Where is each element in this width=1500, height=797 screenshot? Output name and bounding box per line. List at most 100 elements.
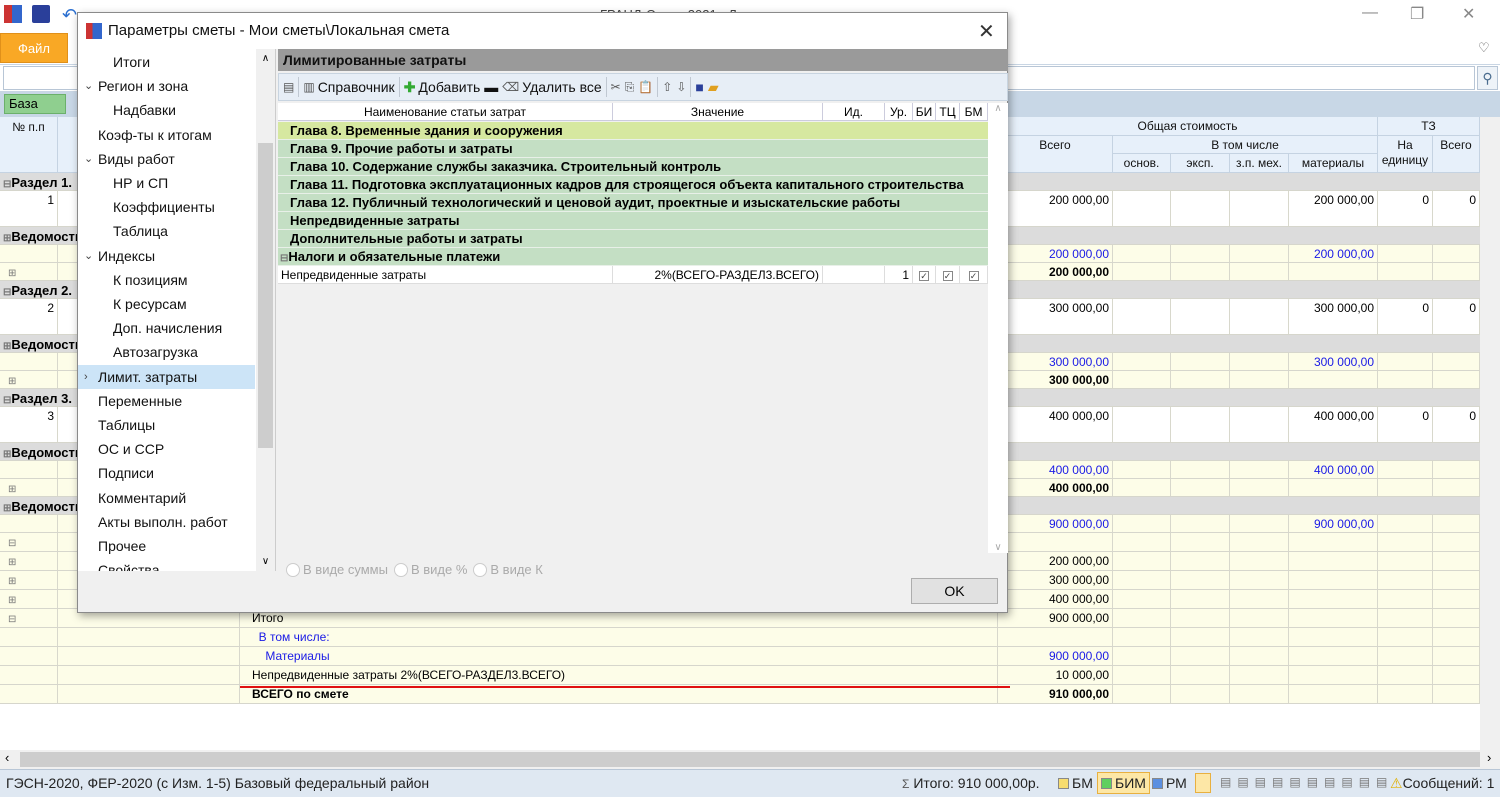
col-total[interactable]: Всего (998, 136, 1113, 173)
paste-icon[interactable]: 📋 (638, 80, 653, 94)
save-icon[interactable] (32, 5, 50, 23)
ok-button[interactable]: OK (911, 578, 998, 604)
move-down-icon[interactable]: ⇩ (676, 80, 686, 94)
add-button[interactable]: ✚ Добавить (404, 79, 481, 96)
grid-row[interactable]: В том числе: (0, 628, 1480, 647)
grid-row[interactable]: Материалы 900 000,00 (0, 647, 1480, 666)
table-header-4[interactable]: БИ (913, 103, 936, 121)
properties-icon[interactable]: ▤ (283, 80, 294, 94)
close-window-icon[interactable]: ✕ (1462, 4, 1475, 24)
expand-icon[interactable]: ⊟ (3, 614, 16, 625)
copy-icon[interactable]: ⎘ (625, 80, 635, 95)
nav-item[interactable]: Акты выполн. работ (78, 510, 255, 534)
col-eksp[interactable]: эксп. (1171, 154, 1230, 173)
grid-row[interactable]: Непредвиденные затраты 2%(ВСЕГО-РАЗДЕЛ3.… (0, 666, 1480, 685)
nav-item[interactable]: Таблица (78, 219, 255, 243)
move-up-icon[interactable]: ⇧ (662, 80, 672, 94)
scroll-up-icon[interactable]: ∧ (256, 49, 275, 64)
expand-icon[interactable]: ⊞ (3, 576, 16, 587)
delete-all-button[interactable]: ⌫ Удалить все (502, 79, 601, 95)
baza-button[interactable]: База (4, 94, 66, 114)
expand-icon[interactable]: ⊞ (3, 376, 16, 387)
scroll-up-icon[interactable]: ∧ (988, 103, 1008, 114)
cost-group-row[interactable]: Глава 9. Прочие работы и затраты (278, 140, 988, 158)
cost-group-row[interactable]: ⊟Налоги и обязательные платежи (278, 248, 988, 266)
cost-group-row[interactable]: Глава 10. Содержание службы заказчика. С… (278, 158, 988, 176)
rm-toggle[interactable]: РМ (1152, 775, 1187, 791)
view-mode-icons[interactable]: ▤▤▤▤▤▤▤▤▤▤ (1220, 775, 1393, 789)
checkbox-bi[interactable]: ✓ (919, 271, 929, 281)
radio-circle[interactable] (393, 562, 408, 577)
nav-item[interactable]: Таблицы (78, 413, 255, 437)
cost-group-row[interactable]: Глава 11. Подготовка эксплуатационных ка… (278, 176, 988, 194)
nav-item[interactable]: К позициям (78, 268, 255, 292)
save-icon[interactable]: ■ (695, 79, 703, 95)
nav-item[interactable]: К ресурсам (78, 292, 255, 316)
col-tz-total[interactable]: Всего (1433, 136, 1480, 173)
scroll-thumb[interactable] (20, 752, 1480, 767)
nav-item[interactable]: Прочее (78, 534, 255, 558)
nav-item[interactable]: НР и СП (78, 171, 255, 195)
dialog-close-icon[interactable]: ✕ (978, 19, 995, 44)
expand-icon[interactable]: ⊞ (3, 268, 16, 279)
radio-circle[interactable] (473, 562, 488, 577)
expand-icon[interactable]: ⊞ (3, 595, 16, 606)
col-num[interactable]: № п.п (0, 117, 58, 173)
restore-icon[interactable]: ❐ (1410, 4, 1424, 24)
col-materials[interactable]: материалы (1289, 154, 1378, 173)
col-tz-unit[interactable]: На единицу (1378, 136, 1433, 173)
cost-group-row[interactable]: Глава 8. Временные здания и сооружения (278, 122, 988, 140)
nav-item[interactable]: Надбавки (78, 98, 255, 122)
view-mode-icon[interactable] (1195, 773, 1211, 793)
expand-icon[interactable]: ⊞ (3, 484, 16, 495)
col-zpmeh[interactable]: з.п. мех. (1230, 154, 1289, 173)
nav-item[interactable]: › Лимит. затраты (78, 364, 255, 389)
nav-item[interactable]: ⌄ Индексы (78, 244, 255, 268)
messages[interactable]: ⚠Сообщений: 1 (1390, 775, 1494, 792)
nav-item[interactable]: Подписи (78, 461, 255, 485)
nav-item[interactable]: Свойства (78, 558, 255, 571)
file-tab[interactable]: Файл (0, 33, 68, 63)
open-folder-icon[interactable]: ▰ (708, 79, 719, 96)
bim-toggle[interactable]: БИМ (1097, 772, 1150, 794)
cut-icon[interactable]: ✂ (611, 80, 621, 94)
cost-group-row[interactable]: Дополнительные работы и затраты (278, 230, 988, 248)
nav-item[interactable]: Доп. начисления (78, 316, 255, 340)
expand-icon[interactable]: ⊟ (3, 538, 16, 549)
table-scrollbar[interactable]: ∧ ∨ (988, 103, 1008, 553)
table-header-5[interactable]: ТЦ (936, 103, 960, 121)
nav-item[interactable]: ⌄ Регион и зона (78, 74, 255, 98)
radio-option[interactable]: В виде % (393, 562, 467, 577)
cost-group-row[interactable]: Непредвиденные затраты (278, 212, 988, 230)
checkbox-tc[interactable]: ✓ (942, 271, 953, 281)
expand-icon[interactable]: ⊞ (3, 557, 16, 568)
radio-option[interactable]: В виде К (473, 562, 543, 577)
grid-vertical-scrollbar[interactable] (1480, 117, 1500, 750)
nav-item[interactable]: Итоги (78, 50, 255, 74)
checkbox-bm[interactable]: ✓ (968, 271, 979, 281)
scroll-right-icon[interactable]: › (1487, 750, 1491, 765)
radio-circle[interactable] (286, 562, 300, 577)
nav-item[interactable]: ⌄ Виды работ (78, 147, 255, 171)
scroll-down-icon[interactable]: ∨ (988, 542, 1008, 553)
radio-option[interactable]: В виде суммы (286, 562, 388, 577)
cost-item-row[interactable]: Непредвиденные затраты 2%(ВСЕГО-РАЗДЕЛ3.В… (278, 266, 988, 284)
nav-scroll-thumb[interactable] (258, 143, 273, 448)
table-header-6[interactable]: БМ (960, 103, 988, 121)
minimize-icon[interactable]: — (1362, 4, 1378, 22)
table-header-0[interactable]: Наименование статьи затрат (278, 103, 613, 121)
table-header-1[interactable]: Значение (613, 103, 823, 121)
nav-item[interactable]: ОС и ССР (78, 437, 255, 461)
search-icon[interactable]: ⚲ (1477, 66, 1498, 90)
cost-group-row[interactable]: Глава 12. Публичный технологический и це… (278, 194, 988, 212)
delete-button[interactable]: ▬ (484, 79, 498, 95)
table-header-2[interactable]: Ид. (823, 103, 885, 121)
bm-toggle[interactable]: БМ (1058, 775, 1093, 791)
scroll-down-icon[interactable]: ∨ (256, 556, 275, 567)
col-osnov[interactable]: основ. (1113, 154, 1171, 173)
ribbon-collapse-icon[interactable]: ♡ (1478, 40, 1490, 56)
nav-item[interactable]: Коэф-ты к итогам (78, 123, 255, 147)
scroll-left-icon[interactable]: ‹ (5, 750, 9, 765)
nav-item[interactable]: Автозагрузка (78, 340, 255, 364)
status-total[interactable]: Σ Итого: 910 000,00р. (902, 775, 1040, 791)
